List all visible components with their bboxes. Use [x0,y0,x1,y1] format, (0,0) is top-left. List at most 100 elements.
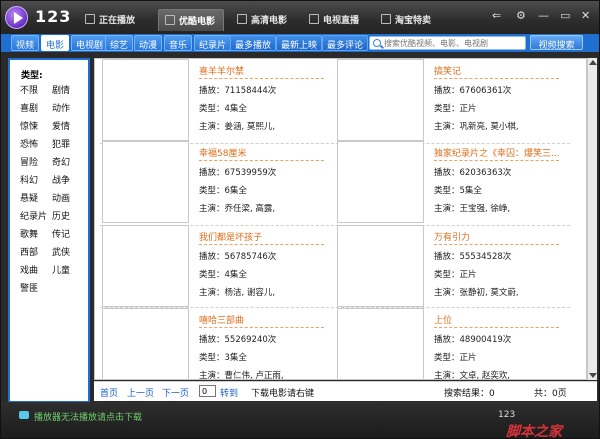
genre-item[interactable]: 战争 [52,173,70,186]
genre-item[interactable]: 犯罪 [52,137,70,150]
movie-card[interactable]: 独家纪录片之《幸囚：爆笑三... 播放：62036363次 类型：5集全 主演：… [330,141,563,223]
settings-icon[interactable]: ⚙ [516,10,526,22]
movie-thumbnail[interactable] [337,59,424,141]
shop-icon [381,14,391,24]
movie-card[interactable]: 嘻哈三部曲 播放：55269240次 类型：3集全 主演：曹仁伟, 卢正雨, [95,308,328,379]
genre-item[interactable]: 恐怖 [20,137,38,150]
genre-item[interactable]: 历史 [52,209,70,222]
category-tab-video[interactable]: 视频 [11,35,40,51]
divider [199,160,324,161]
category-tab-movie[interactable]: 电影 [41,35,70,51]
genre-item[interactable]: 纪录片 [20,209,47,222]
movie-title[interactable]: 上位 [434,313,452,326]
genre-item[interactable]: 惊悚 [20,119,38,132]
movie-plays: 播放：71158444次 [199,86,277,96]
main-tab-now-playing[interactable]: 正在播放 [79,9,143,31]
genre-item[interactable]: 儿童 [52,263,70,276]
title-bar: 123 正在播放 优酷电影 高清电影 电视直播 淘宝特卖 ⇐ ⚙ — ▭ ✕ [1,1,599,34]
app-window: 123 正在播放 优酷电影 高清电影 电视直播 淘宝特卖 ⇐ ⚙ — ▭ ✕ 视… [0,0,600,439]
movie-plays: 播放：56785746次 [199,252,277,262]
movie-plays: 播放：62036363次 [434,168,512,178]
maximize-icon[interactable]: ▭ [560,10,570,22]
movie-cast: 主演：姜涵, 莫熙儿, [199,122,276,132]
movie-thumbnail[interactable] [337,308,424,379]
sort-tab-newest[interactable]: 最新上映 [276,35,323,51]
close-icon[interactable]: ✕ [581,10,590,22]
movie-title[interactable]: 搞笑记 [434,64,461,77]
genre-item[interactable]: 西部 [20,245,38,258]
category-tab-variety[interactable]: 综艺 [105,35,134,51]
first-page-link[interactable]: 首页 [100,386,118,399]
genre-item[interactable]: 剧情 [52,83,70,96]
search-results-count: 搜索结果：0 [444,389,495,399]
goto-page-button[interactable]: 转到 [220,386,238,399]
scroll-down-icon[interactable] [589,373,597,378]
category-tab-music[interactable]: 音乐 [164,35,193,51]
search-button[interactable]: 视频搜索 [530,35,583,51]
main-tab-live-tv[interactable]: 电视直播 [303,9,367,31]
genre-item[interactable]: 科幻 [20,173,38,186]
main-tab-label: 正在播放 [99,16,136,26]
movie-title[interactable]: 嘻哈三部曲 [199,313,244,326]
page-number-input[interactable] [199,385,216,397]
movie-thumbnail[interactable] [102,225,189,307]
main-tab-label: 高清电影 [251,16,288,26]
genre-item[interactable]: 奇幻 [52,155,70,168]
divider [199,327,324,328]
movie-card[interactable]: 喜羊羊尔禁 播放：71158444次 类型：4集全 主演：姜涵, 莫熙儿, [95,59,328,141]
movie-type: 类型：正片 [434,104,477,114]
movie-thumbnail[interactable] [337,141,424,223]
minimize-icon[interactable]: — [538,10,549,22]
scroll-up-icon[interactable] [589,60,597,65]
genre-item[interactable]: 动作 [52,101,70,114]
category-tab-documentary[interactable]: 纪录片 [194,35,232,51]
search-input[interactable] [384,37,524,49]
main-tab-label: 淘宝特卖 [395,16,432,26]
movie-card[interactable]: 搞笑记 播放：67606361次 类型：正片 主演：巩新亮, 莫小棋, [330,59,563,141]
genre-item[interactable]: 传记 [52,227,70,240]
status-download-link[interactable]: 播放器无法播放请点击下载 [34,410,142,423]
movie-card[interactable]: 万有引力 播放：55534528次 类型：正片 主演：张静初, 莫文蔚, [330,225,563,307]
movie-card[interactable]: 幸福58厘米 播放：67539959次 类型：6集全 主演：乔任梁, 高露, [95,141,328,223]
movie-thumbnail[interactable] [102,308,189,379]
genre-item[interactable]: 不限 [20,83,38,96]
sort-tab-most-played[interactable]: 最多播放 [230,35,277,51]
site-watermark: 脚本之家 [506,424,562,439]
movie-title[interactable]: 万有引力 [434,230,470,243]
play-logo-icon[interactable] [5,6,28,29]
movie-type: 类型：3集全 [199,353,247,363]
movie-title[interactable]: 幸福58厘米 [199,146,246,159]
genre-item[interactable]: 武侠 [52,245,70,258]
genre-item[interactable]: 喜剧 [20,101,38,114]
movie-thumbnail[interactable] [102,59,189,141]
movie-title[interactable]: 独家纪录片之《幸囚：爆笑三... [434,146,560,159]
prev-page-link[interactable]: 上一页 [127,386,154,399]
sort-tab-most-comments[interactable]: 最多评论 [322,35,369,51]
divider [434,160,559,161]
category-tab-tv-series[interactable]: 电视剧 [71,35,109,51]
genre-item[interactable]: 动画 [52,191,70,204]
main-tab-hd-movies[interactable]: 高清电影 [231,9,295,31]
genre-item[interactable]: 悬疑 [20,191,38,204]
main-tab-youku-movies[interactable]: 优酷电影 [158,9,225,31]
divider [199,78,324,79]
movie-card[interactable]: 我们都是坏孩子 播放：56785746次 类型：4集全 主演：杨洁, 谢容儿, [95,225,328,307]
main-tab-taobao-sale[interactable]: 淘宝特卖 [375,9,439,31]
genre-item[interactable]: 警匪 [20,281,38,294]
movie-thumbnail[interactable] [337,225,424,307]
movie-title[interactable]: 我们都是坏孩子 [199,230,262,243]
movie-title[interactable]: 喜羊羊尔禁 [199,64,244,77]
next-page-link[interactable]: 下一页 [162,386,189,399]
genre-item[interactable]: 冒险 [20,155,38,168]
category-tab-anime[interactable]: 动漫 [134,35,163,51]
movie-plays: 播放：48900419次 [434,335,512,345]
movie-type: 类型：4集全 [199,270,247,280]
movie-card[interactable]: 上位 播放：48900419次 类型：正片 主演：文卓, 赵奕欢, [330,308,563,379]
vertical-scrollbar[interactable] [587,58,597,380]
back-icon[interactable]: ⇐ [492,10,501,22]
movie-plays: 播放：55534528次 [434,252,512,262]
genre-item[interactable]: 爱情 [52,119,70,132]
genre-item[interactable]: 歌舞 [20,227,38,240]
genre-item[interactable]: 戏曲 [20,263,38,276]
movie-thumbnail[interactable] [102,141,189,223]
